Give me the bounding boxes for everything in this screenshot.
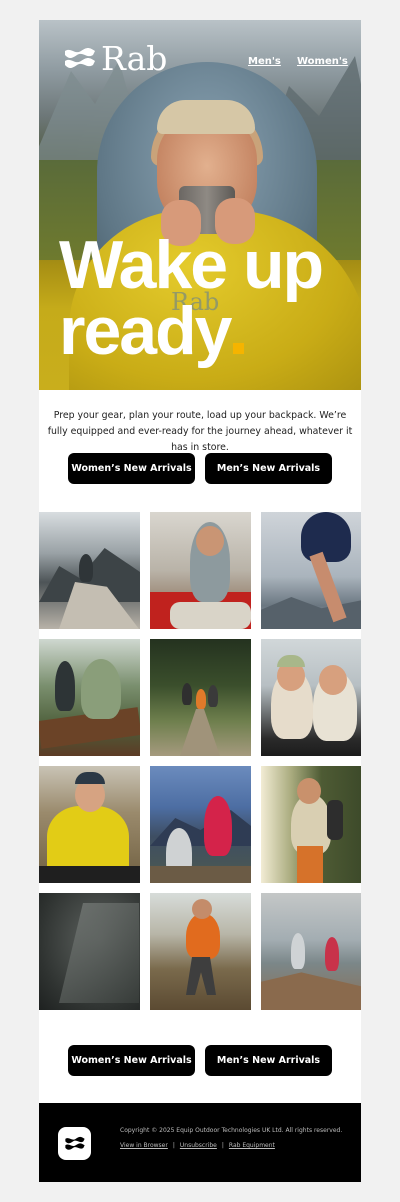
gallery-image-fabric-droplets[interactable] xyxy=(39,893,140,1010)
footer: Copyright © 2025 Equip Outdoor Technolog… xyxy=(39,1103,361,1182)
gallery-image-trail-runner[interactable] xyxy=(150,893,251,1010)
accent-dot xyxy=(233,343,245,354)
rab-app-icon[interactable] xyxy=(58,1127,91,1160)
rab-wave-logo-icon xyxy=(65,48,95,68)
gallery-image-mountain-duo[interactable] xyxy=(150,766,251,883)
headline-line-2: ready xyxy=(59,293,232,369)
brand-name: Rab xyxy=(101,39,168,78)
intro-text: Prep your gear, plan your route, load up… xyxy=(47,410,353,453)
hero-headline: Wake up ready xyxy=(59,227,324,365)
rab-logo[interactable]: Rab xyxy=(63,42,167,76)
nav-link-mens[interactable]: Men's xyxy=(248,56,281,67)
view-in-browser-link[interactable]: View in Browser xyxy=(120,1142,168,1149)
gallery-image-tent[interactable] xyxy=(261,639,361,756)
gallery-image-climber[interactable] xyxy=(39,512,140,629)
rab-equipment-link[interactable]: Rab Equipment xyxy=(229,1142,275,1149)
gallery-image-log-climb[interactable] xyxy=(39,639,140,756)
hero-banner-image[interactable]: Rab Rab Men's Women's Wake up ready xyxy=(39,20,361,390)
gallery-image-puffer-jacket[interactable] xyxy=(39,766,140,883)
nav-link-womens[interactable]: Women's xyxy=(297,56,348,67)
unsubscribe-link[interactable]: Unsubscribe xyxy=(180,1142,217,1149)
rab-wave-logo-icon xyxy=(64,1136,85,1150)
womens-new-arrivals-button-bottom[interactable]: Women’s New Arrivals xyxy=(68,1045,195,1076)
link-separator: | xyxy=(221,1142,224,1149)
womens-new-arrivals-button[interactable]: Women’s New Arrivals xyxy=(68,453,195,484)
beanie-shape xyxy=(157,100,255,134)
link-separator: | xyxy=(172,1142,175,1149)
headline-line-1: Wake up xyxy=(59,227,324,303)
gallery-image-ridge-runners[interactable] xyxy=(261,893,361,1010)
email-container: Rab Rab Men's Women's Wake up ready Prep… xyxy=(39,20,361,1182)
gallery-image-sleeping-bag[interactable] xyxy=(150,512,251,629)
gallery-image-forest-backpacker[interactable] xyxy=(261,766,361,883)
gallery-image-forest-hike[interactable] xyxy=(150,639,251,756)
gallery-image-leap[interactable] xyxy=(261,512,361,629)
copyright-text: Copyright © 2025 Equip Outdoor Technolog… xyxy=(120,1127,343,1134)
mens-new-arrivals-button-bottom[interactable]: Men’s New Arrivals xyxy=(205,1045,332,1076)
mens-new-arrivals-button[interactable]: Men’s New Arrivals xyxy=(205,453,332,484)
footer-links: View in Browser | Unsubscribe | Rab Equipmen… xyxy=(120,1142,275,1149)
